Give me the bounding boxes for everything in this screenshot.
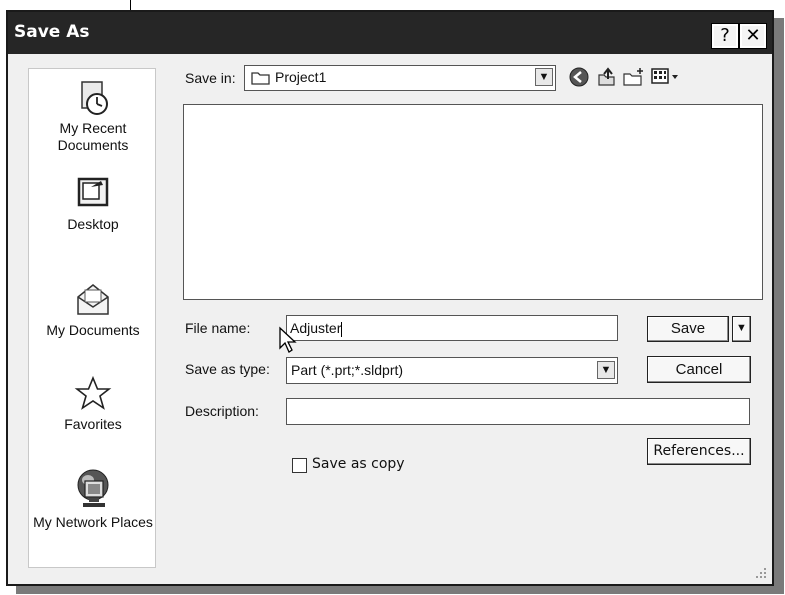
- file-name-input[interactable]: Adjuster: [286, 315, 618, 341]
- save-as-copy-label[interactable]: Save as copy: [312, 456, 405, 472]
- folder-icon: [251, 72, 270, 85]
- help-button[interactable]: ?: [711, 23, 739, 49]
- save-as-type-label: Save as type:: [185, 361, 270, 377]
- place-label: Favorites: [64, 416, 122, 432]
- save-as-copy-checkbox[interactable]: [292, 458, 307, 473]
- views-menu-icon[interactable]: [650, 66, 682, 88]
- help-icon: ?: [720, 25, 730, 46]
- place-my-network-places[interactable]: My Network Places: [29, 467, 157, 531]
- save-in-dropdown[interactable]: Project1 ▼: [244, 65, 556, 91]
- place-label: My Documents: [46, 322, 140, 338]
- save-in-value: Project1: [275, 69, 327, 85]
- place-label: My Network Places: [33, 514, 153, 530]
- chevron-down-icon[interactable]: ▼: [597, 361, 615, 379]
- chevron-down-icon[interactable]: ▼: [535, 68, 553, 86]
- place-favorites[interactable]: Favorites: [29, 375, 157, 433]
- my-documents-icon: [77, 284, 109, 315]
- save-as-type-value: Part (*.prt;*.sldprt): [291, 362, 404, 378]
- description-label: Description:: [185, 403, 259, 419]
- backdrop-line-vertical: [130, 0, 131, 10]
- save-dropdown-button[interactable]: ▼: [732, 316, 751, 342]
- description-input[interactable]: [286, 398, 750, 425]
- place-my-recent-documents[interactable]: My Recent Documents: [29, 79, 157, 154]
- place-desktop[interactable]: Desktop: [29, 175, 157, 233]
- desktop-icon: [77, 177, 109, 207]
- recent-documents-icon: [81, 81, 108, 115]
- place-my-documents[interactable]: My Documents: [29, 281, 157, 339]
- save-in-label: Save in:: [185, 70, 236, 86]
- chevron-down-icon: ▼: [736, 322, 747, 334]
- dialog-title: Save As: [14, 22, 90, 42]
- mouse-pointer-icon: [279, 326, 297, 353]
- references-button[interactable]: References...: [647, 438, 751, 465]
- cancel-button[interactable]: Cancel: [647, 356, 751, 383]
- up-folder-icon[interactable]: [596, 66, 618, 88]
- back-icon[interactable]: [568, 66, 590, 88]
- places-bar: My Recent Documents Desktop My Documents…: [28, 68, 156, 568]
- save-as-type-dropdown[interactable]: Part (*.prt;*.sldprt) ▼: [286, 357, 618, 384]
- network-places-icon: [77, 469, 109, 507]
- place-label: Desktop: [67, 216, 119, 232]
- save-as-dialog: Save As ? ✕ My Recent Documents Desktop …: [6, 10, 774, 586]
- save-button[interactable]: Save: [647, 316, 729, 342]
- close-icon: ✕: [745, 25, 761, 46]
- file-list[interactable]: [183, 104, 763, 300]
- text-caret: [341, 321, 343, 337]
- file-name-label: File name:: [185, 320, 251, 336]
- favorites-star-icon: [74, 375, 112, 410]
- title-bar[interactable]: Save As ? ✕: [8, 12, 772, 54]
- place-label: My Recent Documents: [57, 120, 129, 153]
- close-button[interactable]: ✕: [739, 23, 767, 49]
- new-folder-icon[interactable]: [622, 66, 646, 88]
- resize-grip-icon[interactable]: [754, 566, 768, 580]
